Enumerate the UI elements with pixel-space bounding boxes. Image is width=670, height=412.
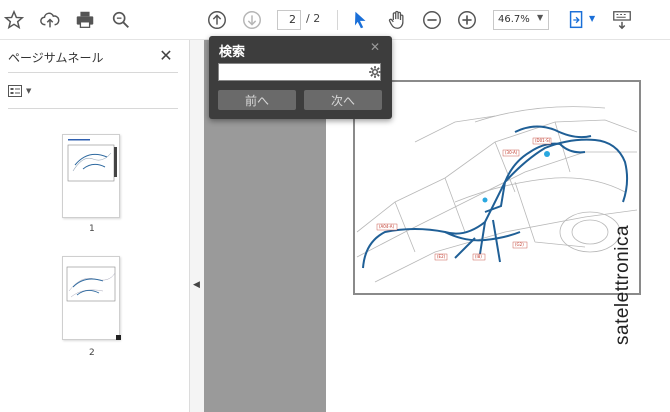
next-button[interactable]: 次へ bbox=[304, 90, 382, 110]
page-thumbnail-2[interactable] bbox=[62, 256, 121, 340]
prev-page-icon[interactable] bbox=[203, 6, 231, 34]
options-chevron-icon: ▼ bbox=[26, 87, 32, 95]
search-input-value bbox=[219, 69, 222, 82]
diagram-label: (G2) bbox=[515, 242, 524, 247]
wiring-diagram: (30-A) (D01-S) (A04-A) (E2) (I8) (G2) bbox=[353, 80, 641, 295]
close-icon[interactable]: ✕ bbox=[370, 40, 380, 54]
read-mode-icon[interactable] bbox=[608, 6, 636, 34]
watermark-text: satelettronica bbox=[612, 224, 633, 345]
zoom-out-icon[interactable] bbox=[418, 6, 446, 34]
toolbar-divider bbox=[337, 10, 338, 30]
thumbnail-options-button[interactable]: ▼ bbox=[8, 82, 40, 100]
page-count: / 2 bbox=[306, 12, 321, 25]
sidebar-title: ページサムネール bbox=[8, 51, 104, 65]
previous-button[interactable]: 前へ bbox=[218, 90, 296, 110]
zoom-search-icon[interactable] bbox=[107, 6, 135, 34]
search-panel: 検索 ✕ 前へ 次へ bbox=[209, 36, 392, 119]
thumbnail-sidebar: ページサムネール ✕ ▼ 1 2 bbox=[0, 40, 190, 412]
thumbnail-label: 1 bbox=[89, 224, 95, 234]
diagram-label: (D01-S) bbox=[535, 138, 551, 143]
collapse-left-icon[interactable]: ◀ bbox=[193, 280, 200, 290]
diagram-label: (E2) bbox=[437, 254, 446, 259]
bookmark-star-icon[interactable] bbox=[0, 6, 28, 34]
car-harness-drawing: (30-A) (D01-S) (A04-A) (E2) (I8) (G2) bbox=[356, 106, 638, 283]
fit-page-icon[interactable] bbox=[563, 6, 591, 34]
chevron-down-icon[interactable]: ▼ bbox=[537, 13, 543, 22]
sidebar-divider bbox=[8, 72, 178, 73]
diagram-label: (30-A) bbox=[505, 150, 518, 155]
fit-dropdown-chevron-icon[interactable]: ▼ bbox=[589, 14, 595, 23]
thumbnail-label: 2 bbox=[89, 348, 95, 358]
diagram-label: (I8) bbox=[475, 254, 482, 259]
thumbnail-preview bbox=[66, 266, 121, 340]
cloud-upload-icon[interactable] bbox=[36, 6, 64, 34]
sidebar-collapse-bar[interactable]: ◀ bbox=[190, 40, 204, 412]
next-page-icon[interactable] bbox=[238, 6, 266, 34]
thumbnail-preview bbox=[67, 139, 117, 182]
search-title: 検索 bbox=[219, 45, 246, 60]
toolbar: 2 / 2 46.7% ▼ ▼ bbox=[0, 0, 670, 40]
sidebar-divider bbox=[8, 108, 178, 109]
select-cursor-icon[interactable] bbox=[346, 6, 374, 34]
hand-tool-icon[interactable] bbox=[383, 6, 411, 34]
search-input[interactable] bbox=[218, 63, 381, 81]
gear-icon[interactable] bbox=[368, 65, 382, 79]
options-list-icon bbox=[8, 85, 22, 97]
page-number-input[interactable]: 2 bbox=[277, 10, 301, 30]
close-icon[interactable]: ✕ bbox=[157, 46, 175, 65]
print-icon[interactable] bbox=[71, 6, 99, 34]
page-thumbnail-1[interactable] bbox=[62, 134, 120, 218]
diagram-label: (A04-A) bbox=[379, 224, 394, 229]
zoom-in-icon[interactable] bbox=[453, 6, 481, 34]
